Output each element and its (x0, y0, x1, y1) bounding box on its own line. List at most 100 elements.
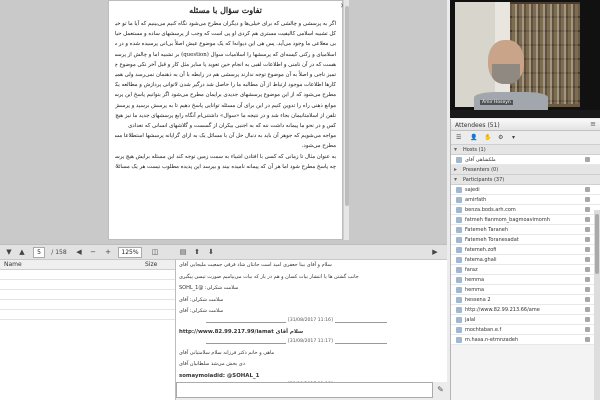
attendee-row[interactable]: ملکشاهی آقای (451, 155, 600, 165)
chevron-down-icon[interactable]: ▾ (454, 146, 457, 153)
chat-message: سلامت شکرلی: آقای (179, 296, 224, 303)
attendee-row[interactable]: jalal (451, 315, 600, 325)
user-icon (456, 197, 462, 203)
attendee-row[interactable]: fatema.ghali (451, 255, 600, 265)
document-line: بی معلاعی ما وجود می‌آید. پس هی این دیوا… (115, 41, 336, 48)
document-scrollbar[interactable] (343, 0, 349, 240)
document-line: تمیز ناجی و اصلاً به آن موضوع توجه ندارن… (115, 72, 336, 79)
user-icon[interactable]: 👤 (470, 134, 477, 141)
document-page: تفاوت سؤال با مسئله اگر به پرسشی و چالشی… (108, 0, 343, 240)
section-presenters[interactable]: ▸ Presenters (0) (451, 165, 600, 175)
list-item (0, 290, 175, 300)
attendee-row[interactable]: http://www.82.99.213.66/ame (451, 305, 600, 315)
files-panel: Name Size (0, 260, 176, 400)
status-icon (585, 327, 590, 332)
files-header: Name Size (0, 260, 175, 270)
scroll-thumb[interactable] (595, 214, 599, 274)
chat-message: جانب گشتن ها یا انتشار بیات کسان و هم در… (179, 273, 359, 280)
attendee-row[interactable]: sajedi (451, 185, 600, 195)
scroll-thumb[interactable] (345, 6, 349, 206)
chat-panel: سلام و آقای بینا جعفری امید است جانتان ش… (176, 260, 447, 382)
user-icon (456, 237, 462, 243)
attendee-name: fatmeh fianmom_bagmoavimomh (465, 217, 550, 223)
section-label: Participants (37) (463, 177, 505, 183)
attendee-row[interactable]: Fatemeh Taraneh (451, 225, 600, 235)
chat-timestamp: [31/08/2017 11:16] (286, 317, 335, 323)
attendee-name: faraz (465, 267, 478, 273)
chat-input[interactable] (176, 382, 433, 398)
column-size[interactable]: Size (145, 261, 157, 268)
user-icon (456, 227, 462, 233)
list-item (0, 270, 175, 280)
chevron-right-icon[interactable]: ▸ (454, 166, 457, 173)
attendee-row[interactable]: faraz (451, 265, 600, 275)
attendee-row[interactable]: benza.bods.arh.com (451, 205, 600, 215)
scroll-up-icon[interactable]: ▲ (17, 247, 27, 258)
chat-message: سلامت شکرلی: @SOHL_1 (179, 285, 239, 292)
gear-icon[interactable]: ⚙ (498, 134, 503, 141)
attendee-row[interactable]: hemma (451, 285, 600, 295)
list-item (0, 300, 175, 310)
attendee-name: fatemeh.zofi (465, 247, 497, 253)
raise-hand-icon[interactable]: ✋ (484, 134, 491, 141)
user-icon (456, 207, 462, 213)
video-footer (450, 110, 600, 118)
section-label: Hosts (1) (463, 147, 486, 153)
chat-message: دی بخش می‌شد سلطانیان آقای (179, 361, 245, 368)
previous-page-icon[interactable]: ◀ (74, 247, 84, 258)
list-icon[interactable]: ☰ (456, 134, 461, 141)
attendee-row[interactable]: hemma (451, 275, 600, 285)
document-line: مواجه می‌شویم که جوهر آن باید به دنبال ح… (115, 133, 336, 140)
chat-timestamp-divider: [31/08/2017 11:16] (176, 317, 447, 327)
next-page-icon[interactable]: ▶ (430, 247, 440, 258)
attendee-row[interactable]: m.hasa.n-etmnzadeh (451, 335, 600, 345)
download-icon[interactable]: ⬇ (206, 247, 216, 258)
page-total: / 158 (51, 249, 67, 256)
attendee-name: fatema.ghali (465, 257, 497, 263)
document-line: کارها اطلاعات موجود ارتباط از آن مطالبه … (115, 82, 336, 89)
zoom-out-icon[interactable]: − (88, 247, 98, 258)
menu-icon[interactable]: ≡ (590, 120, 596, 128)
presenter (492, 64, 520, 84)
status-icon (585, 157, 590, 162)
chat-timestamp-divider: [31/08/2017 11:17] (176, 338, 447, 348)
page-number-input[interactable]: 5 (33, 247, 45, 258)
status-icon (585, 287, 590, 292)
attendee-row[interactable]: Fatemeh Toranesadat (451, 235, 600, 245)
user-icon (456, 297, 462, 303)
hosts-list: ملکشاهی آقای (451, 155, 600, 165)
upload-icon[interactable]: ⬆ (192, 247, 202, 258)
pdf-toolbar: ▼ ▲ 5 / 158 ◀ − + 125% ◫ ▤ ⬆ ⬇ ▶ (0, 244, 447, 260)
status-icon (585, 277, 590, 282)
send-icon[interactable]: ✎ (435, 384, 446, 396)
scroll-down-icon[interactable]: ▼ (4, 247, 14, 258)
status-icon (585, 317, 590, 322)
attendee-row[interactable]: mochtaban.e.f (451, 325, 600, 335)
zoom-in-icon[interactable]: + (103, 247, 113, 258)
attendee-name: sajedi (465, 187, 480, 193)
document-icon[interactable]: ▤ (178, 247, 188, 258)
document-line: هست که در آن نامنی و اطلاعات لقبی به انج… (115, 61, 336, 68)
attendee-row[interactable]: fatmeh fianmom_bagmoavimomh (451, 215, 600, 225)
attendee-row[interactable]: fatemeh.zofi (451, 245, 600, 255)
fit-icon[interactable]: ◫ (150, 247, 160, 258)
column-name[interactable]: Name (4, 261, 22, 268)
attendee-row[interactable]: amirfath (451, 195, 600, 205)
document-line: مطرح می‌شود که از این موضوع پرسشهای جدید… (115, 92, 336, 99)
document-line: مطرح می‌شود. (301, 143, 336, 150)
attendee-row[interactable]: hessena 2 (451, 295, 600, 305)
section-participants[interactable]: ▾ Participants (37) (451, 175, 600, 185)
chevron-down-icon[interactable]: ▾ (512, 134, 515, 141)
chevron-down-icon[interactable]: ▾ (454, 176, 457, 183)
zoom-select[interactable]: 125% (118, 247, 142, 258)
section-label: Presenters (0) (463, 167, 499, 173)
attendee-name: hessena 2 (465, 297, 491, 303)
user-icon (456, 267, 462, 273)
attendees-toolbar: ☰ 👤 ✋ ⚙ ▾ (451, 131, 600, 145)
attendees-scrollbar[interactable] (594, 210, 600, 400)
chat-message: http://www.82.99.217.99/iamat سلام آقای (179, 328, 304, 335)
attendee-name: m.hasa.n-etmnzadeh (465, 337, 519, 343)
section-hosts[interactable]: ▾ Hosts (1) (451, 145, 600, 155)
attendee-name: jalal (465, 317, 476, 323)
user-icon (456, 217, 462, 223)
